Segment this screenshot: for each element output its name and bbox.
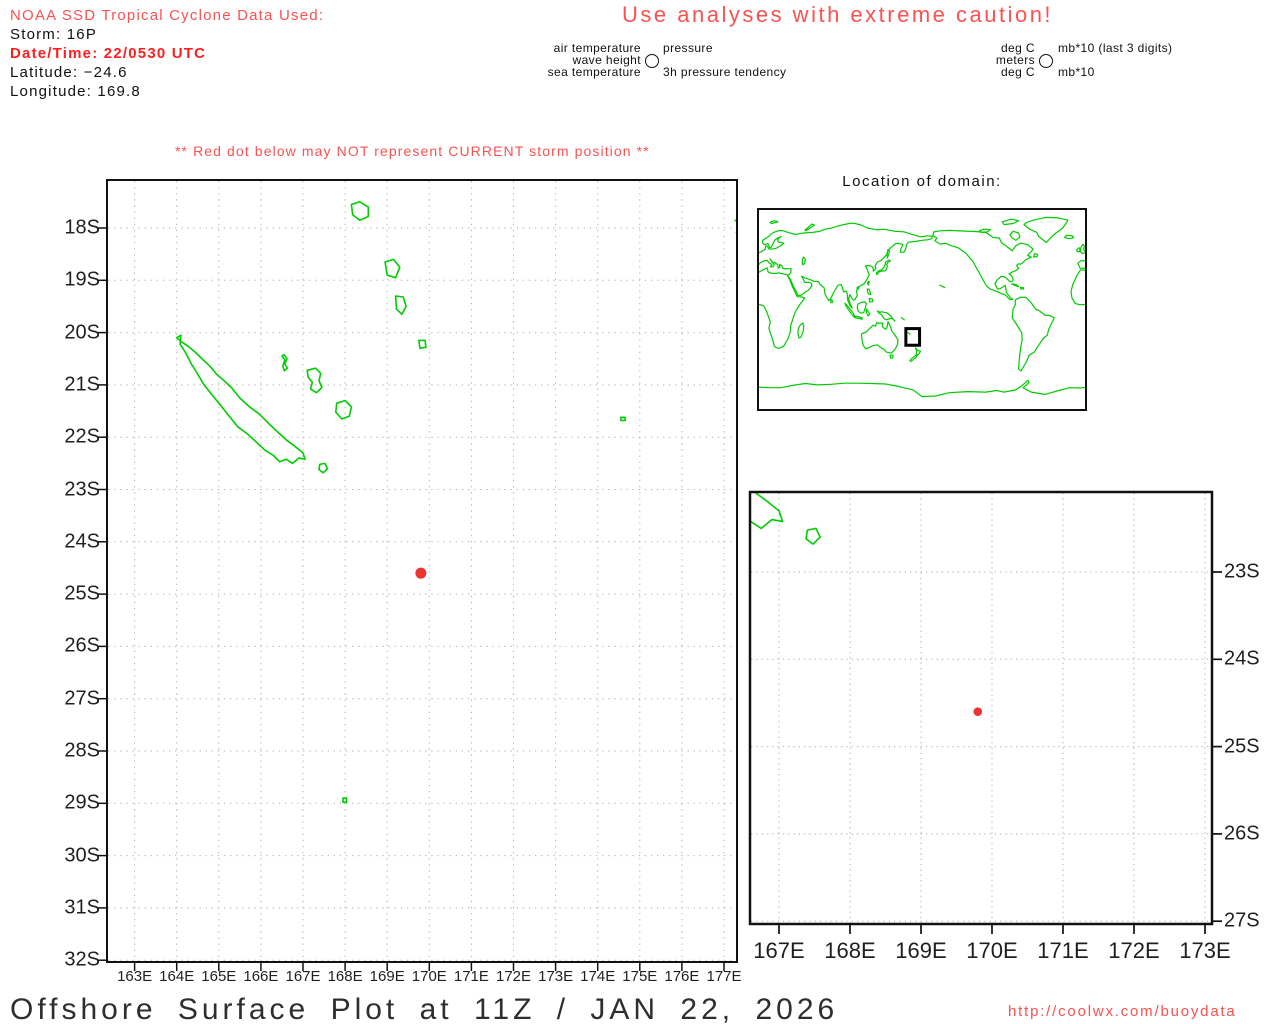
storm-id-line: Storm: 16P <box>10 25 97 44</box>
main-map-x-axis-label: 165E <box>201 968 236 985</box>
offshore-surface-plot-page: NOAA SSD Tropical Cyclone Data Used: Sto… <box>0 0 1280 1024</box>
main-map-x-axis-label: 171E <box>454 968 489 985</box>
main-map-y-axis-label: 26S <box>64 635 100 658</box>
zoom-map-x-axis-label: 167E <box>753 938 804 964</box>
zoom-map-x-axis-label: 171E <box>1037 938 1088 964</box>
zoom-map-y-axis-label: 23S <box>1224 561 1260 584</box>
zoom-map-x-axis-label: 172E <box>1108 938 1159 964</box>
zoom-map-y-axis-label: 27S <box>1224 910 1260 933</box>
datetime-line: Date/Time: 22/0530 UTC <box>10 44 206 63</box>
inset-map-title: Location of domain: <box>758 173 1086 190</box>
main-map-x-axis-label: 173E <box>538 968 573 985</box>
main-map-y-axis-label: 29S <box>64 792 100 815</box>
main-map-x-axis-label: 175E <box>622 968 657 985</box>
station-circle-icon <box>645 54 659 68</box>
zoom-map-y-axis-label: 24S <box>1224 648 1260 671</box>
main-map-y-axis-label: 27S <box>64 687 100 710</box>
zoom-map-x-axis-label: 168E <box>824 938 875 964</box>
zoom-map-x-axis-label: 170E <box>966 938 1017 964</box>
main-map-y-axis-label: 19S <box>64 269 100 292</box>
main-map <box>98 180 743 971</box>
main-map-y-axis-label: 25S <box>64 583 100 606</box>
legend-pressure-tendency: 3h pressure tendency <box>663 65 786 79</box>
zoom-map-x-axis-label: 169E <box>895 938 946 964</box>
zoom-map-y-axis-label: 26S <box>1224 822 1260 845</box>
main-map-x-axis-label: 174E <box>580 968 615 985</box>
legend-sea-temperature: sea temperature <box>441 65 641 79</box>
main-map-y-axis-label: 23S <box>64 478 100 501</box>
main-map-y-axis-label: 31S <box>64 896 100 919</box>
plot-title: Offshore Surface Plot at 11Z / JAN 22, 2… <box>10 993 838 1024</box>
main-map-x-axis-label: 168E <box>328 968 363 985</box>
main-map-x-axis-label: 166E <box>243 968 278 985</box>
legend-unit-mb10: mb*10 <box>1058 65 1095 79</box>
main-map-x-axis-label: 172E <box>496 968 531 985</box>
main-map-x-axis-label: 164E <box>159 968 194 985</box>
legend-unit-mb10-last3: mb*10 (last 3 digits) <box>1058 41 1172 55</box>
main-map-x-axis-label: 163E <box>117 968 152 985</box>
longitude-line: Longitude: 169.8 <box>10 82 141 101</box>
latitude-line: Latitude: −24.6 <box>10 63 128 82</box>
domain-rectangle <box>906 329 920 346</box>
main-map-x-axis-label: 176E <box>664 968 699 985</box>
inset-world-map <box>758 209 1086 410</box>
main-map-y-axis-label: 22S <box>64 426 100 449</box>
main-map-y-axis-label: 21S <box>64 373 100 396</box>
station-circle-icon <box>1039 54 1053 68</box>
legend-pressure: pressure <box>663 41 713 55</box>
main-map-y-axis-label: 30S <box>64 844 100 867</box>
main-map-y-axis-label: 32S <box>64 949 100 972</box>
source-url-link[interactable]: http://coolwx.com/buoydata <box>1008 1003 1237 1020</box>
main-map-y-axis-label: 28S <box>64 740 100 763</box>
storm-position-dot <box>415 568 426 579</box>
main-map-y-axis-label: 24S <box>64 530 100 553</box>
zoom-map-x-axis-label: 173E <box>1179 938 1230 964</box>
main-map-x-axis-label: 167E <box>285 968 320 985</box>
storm-position-dot <box>974 707 983 716</box>
main-map-y-axis-label: 20S <box>64 321 100 344</box>
main-map-coastlines <box>177 202 743 803</box>
main-map-y-axis-label: 18S <box>64 217 100 240</box>
zoom-map-y-axis-label: 25S <box>1224 735 1260 758</box>
caution-banner: Use analyses with extreme caution! <box>622 2 1053 28</box>
main-map-x-axis-label: 170E <box>412 968 447 985</box>
zoom-map-coastlines <box>566 315 820 545</box>
main-map-x-axis-label: 169E <box>370 968 405 985</box>
storm-position-warning: ** Red dot below may NOT represent CURRE… <box>175 143 650 159</box>
zoom-map <box>566 315 1222 935</box>
data-source-line: NOAA SSD Tropical Cyclone Data Used: <box>10 6 324 25</box>
main-map-x-axis-label: 177E <box>706 968 741 985</box>
legend-unit-degc-bottom: deg C <box>895 65 1035 79</box>
